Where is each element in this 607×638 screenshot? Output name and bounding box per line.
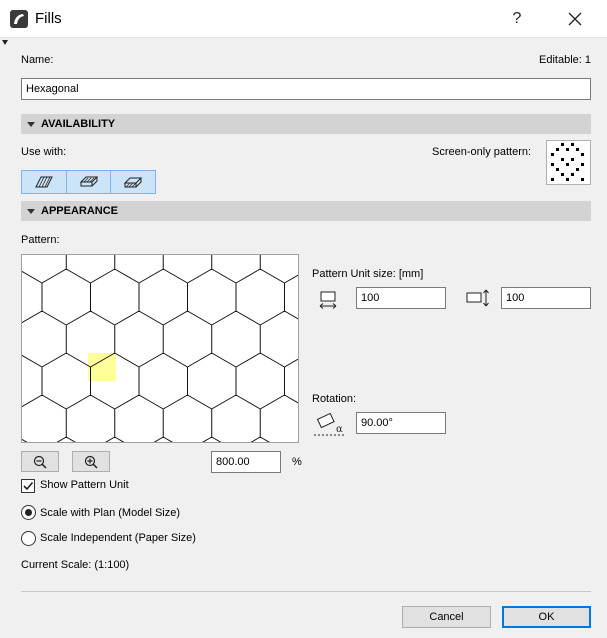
scale-independent-radio[interactable] bbox=[21, 531, 36, 546]
collapse-triangle-icon bbox=[27, 122, 35, 127]
unit-height-input[interactable]: 100 bbox=[501, 287, 591, 309]
name-label: Name: bbox=[21, 54, 54, 66]
cover-fills-toggle[interactable] bbox=[66, 170, 112, 194]
radio-selected-dot bbox=[25, 509, 32, 516]
hexagon-pattern-graphic bbox=[22, 255, 298, 442]
zoom-input[interactable]: 800.00 bbox=[211, 451, 281, 473]
use-with-label: Use with: bbox=[21, 146, 67, 158]
checkmark-icon bbox=[23, 481, 34, 491]
unit-height-icon bbox=[466, 289, 489, 307]
appearance-section-header[interactable]: APPEARANCE bbox=[21, 201, 591, 221]
zoom-out-button[interactable] bbox=[21, 451, 59, 472]
collapse-triangle-icon bbox=[27, 209, 35, 214]
screen-only-pattern-preview[interactable] bbox=[546, 140, 591, 185]
footer-divider bbox=[21, 591, 591, 592]
unit-width-icon bbox=[319, 291, 337, 309]
use-with-toggle-group bbox=[21, 170, 157, 194]
title-bar: Fills ? bbox=[0, 0, 607, 38]
pattern-unit-size-label: Pattern Unit size: [mm] bbox=[312, 268, 424, 280]
archicad-app-icon bbox=[10, 10, 28, 28]
cut-fills-icon bbox=[123, 177, 143, 188]
drafting-fills-toggle[interactable] bbox=[21, 170, 67, 194]
svg-text:α: α bbox=[336, 424, 343, 435]
dropdown-arrow-icon[interactable] bbox=[2, 40, 8, 45]
show-pattern-unit-checkbox[interactable] bbox=[21, 479, 35, 493]
screen-only-label: Screen-only pattern: bbox=[432, 146, 532, 158]
rotation-label: Rotation: bbox=[312, 393, 357, 405]
close-icon bbox=[568, 12, 582, 26]
rotation-input[interactable]: 90.00° bbox=[356, 412, 446, 434]
scale-with-plan-radio[interactable] bbox=[21, 505, 36, 520]
availability-title: AVAILABILITY bbox=[41, 118, 116, 130]
screen-pattern-icon bbox=[551, 143, 584, 181]
rotation-angle-icon: α bbox=[314, 413, 345, 436]
zoom-out-icon bbox=[33, 455, 47, 469]
show-pattern-unit-label[interactable]: Show Pattern Unit bbox=[40, 479, 129, 491]
appearance-title: APPEARANCE bbox=[41, 205, 119, 217]
availability-section-header[interactable]: AVAILABILITY bbox=[21, 114, 591, 134]
pattern-unit-highlight bbox=[88, 353, 116, 381]
editable-label: Editable: 1 bbox=[539, 54, 591, 66]
zoom-unit-label: % bbox=[292, 456, 302, 468]
help-button[interactable]: ? bbox=[494, 0, 540, 38]
ok-button[interactable]: OK bbox=[502, 606, 591, 628]
scale-with-plan-label[interactable]: Scale with Plan (Model Size) bbox=[40, 507, 180, 519]
cancel-button[interactable]: Cancel bbox=[402, 606, 491, 628]
unit-width-input[interactable]: 100 bbox=[356, 287, 446, 309]
current-scale-label: Current Scale: (1:100) bbox=[21, 559, 130, 571]
name-input[interactable]: Hexagonal bbox=[21, 78, 591, 100]
scale-independent-label[interactable]: Scale Independent (Paper Size) bbox=[40, 532, 196, 544]
hexagon-grid-lines bbox=[22, 255, 298, 442]
window-title: Fills bbox=[35, 10, 62, 27]
pattern-label: Pattern: bbox=[21, 234, 60, 246]
zoom-in-icon bbox=[84, 455, 98, 469]
close-button[interactable] bbox=[552, 0, 598, 38]
cover-fills-icon bbox=[79, 176, 98, 187]
zoom-in-button[interactable] bbox=[72, 451, 110, 472]
cut-fills-toggle[interactable] bbox=[111, 170, 157, 194]
drafting-fills-icon bbox=[35, 176, 53, 188]
pattern-preview[interactable] bbox=[21, 254, 299, 443]
